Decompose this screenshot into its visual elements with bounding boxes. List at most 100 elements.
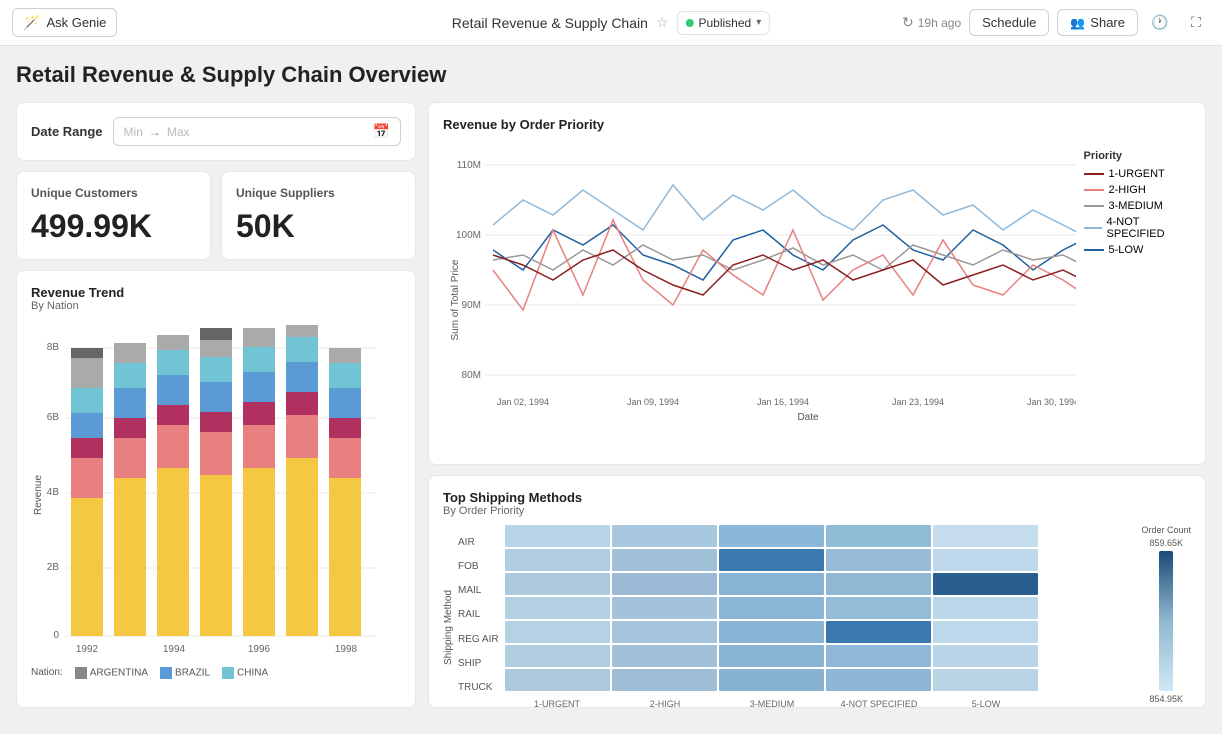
legend-medium: 3-MEDIUM [1084,200,1191,212]
heatmap-subtitle: By Order Priority [443,505,1191,517]
y-air: AIR [458,537,499,548]
legend-title: Priority [1084,150,1191,162]
svg-text:Date: Date [797,412,819,423]
fullscreen-icon-button[interactable]: ⛶ [1182,9,1210,37]
medium-label: 3-MEDIUM [1109,200,1163,212]
customers-label: Unique Customers [31,186,196,200]
date-range-input[interactable]: Min → Max 📅 [113,117,401,146]
date-range-card: Date Range Min → Max 📅 [16,102,416,161]
line-chart-title: Revenue by Order Priority [443,117,1191,132]
not-specified-label: 4-NOT SPECIFIED [1107,216,1191,240]
customers-value: 499.99K [31,208,196,245]
count-min: 854.95K [1149,694,1183,704]
unique-customers-card: Unique Customers 499.99K [16,171,211,260]
urgent-label: 1-URGENT [1109,168,1165,180]
revenue-trend-card: Revenue Trend By Nation 8B 6B 4B 2B 0 [16,270,416,708]
published-badge[interactable]: Published ▾ [676,11,770,35]
legend-urgent: 1-URGENT [1084,168,1191,180]
svg-text:6B: 6B [47,412,60,423]
count-max: 859.65K [1149,538,1183,548]
history-icon-button[interactable]: 🕐 [1146,9,1174,37]
chevron-down-icon: ▾ [756,17,761,28]
heatmap-title: Top Shipping Methods [443,490,1191,505]
color-gradient [1159,551,1173,691]
urgent-line [1084,173,1104,175]
svg-text:Revenue: Revenue [33,475,44,515]
arrow-icon: → [149,125,161,139]
nation-legend-label: Nation: [31,667,63,679]
svg-text:Jan 30, 1994: Jan 30, 1994 [1027,397,1076,407]
y-truck: TRUCK [458,682,499,693]
page-title: Retail Revenue & Supply Chain Overview [16,62,1206,88]
layout: Date Range Min → Max 📅 Unique Customers … [16,102,1206,708]
share-icon: 👥 [1070,16,1085,30]
nav-center: Retail Revenue & Supply Chain ☆ Publishe… [452,11,770,35]
date-range-label: Date Range [31,124,103,139]
svg-text:110M: 110M [457,160,481,171]
heatmap-grid-area: 1-URGENT 2-HIGH 3-MEDIUM 4-NOT SPECIFIED… [505,525,1134,708]
svg-text:1-URGENT: 1-URGENT [534,699,581,708]
schedule-button[interactable]: Schedule [969,9,1049,36]
published-label: Published [698,16,751,30]
line-chart-card: Revenue by Order Priority Sum of Total P… [428,102,1206,465]
svg-text:Jan 09, 1994: Jan 09, 1994 [627,397,679,407]
svg-text:80M: 80M [462,370,481,381]
high-label: 2-HIGH [1109,184,1146,196]
nation-legend: Nation: ARGENTINA BRAZIL CHINA [31,667,401,679]
left-panel: Date Range Min → Max 📅 Unique Customers … [16,102,416,708]
heatmap-y-label: Shipping Method [443,535,454,708]
published-dot [685,19,693,27]
svg-text:Sum of Total Price: Sum of Total Price [450,259,461,340]
low-label: 5-LOW [1109,244,1144,256]
svg-text:90M: 90M [462,300,481,311]
revenue-trend-subtitle: By Nation [31,300,401,312]
y-ship: SHIP [458,658,499,669]
legend-not-specified: 4-NOT SPECIFIED [1084,216,1191,240]
calendar-icon[interactable]: 📅 [373,123,390,140]
heatmap-y-axis: AIR FOB MAIL RAIL REG AIR SHIP TRUCK [458,525,499,708]
suppliers-value: 50K [236,208,401,245]
svg-text:2-HIGH: 2-HIGH [649,699,680,708]
y-mail: MAIL [458,585,499,596]
svg-text:Jan 02, 1994: Jan 02, 1994 [497,397,549,407]
legend-brazil: BRAZIL [160,667,210,679]
legend-low: 5-LOW [1084,244,1191,256]
not-specified-line [1084,227,1102,229]
svg-text:1992: 1992 [76,644,99,655]
y-fob: FOB [458,561,499,572]
legend-items: 1-URGENT 2-HIGH 3-MEDIUM [1084,168,1191,256]
genie-icon: 🪄 [23,14,40,31]
svg-text:0: 0 [53,630,59,641]
dashboard-title: Retail Revenue & Supply Chain [452,15,648,31]
heatmap-card: Top Shipping Methods By Order Priority S… [428,475,1206,708]
revenue-trend-chart: 8B 6B 4B 2B 0 Revenue [31,320,396,660]
line-chart-area: Sum of Total Price 110M 100M 90M 80M Jan… [443,140,1191,450]
line-chart-svg: Sum of Total Price 110M 100M 90M 80M Jan… [443,140,1076,450]
top-nav: 🪄 Ask Genie Retail Revenue & Supply Chai… [0,0,1222,46]
heatmap-colorscale: Order Count 859.65K 854.95K [1141,525,1191,708]
metrics-row: Unique Customers 499.99K Unique Supplier… [16,171,416,260]
ask-genie-button[interactable]: 🪄 Ask Genie [12,8,117,37]
line-chart-legend: Priority 1-URGENT 2-HIGH [1076,140,1191,450]
legend-china: CHINA [222,667,268,679]
max-placeholder: Max [167,125,190,139]
unique-suppliers-card: Unique Suppliers 50K [221,171,416,260]
y-regair: REG AIR [458,634,499,645]
svg-text:4B: 4B [47,487,60,498]
share-button[interactable]: 👥 Share [1057,9,1138,36]
svg-text:3-MEDIUM: 3-MEDIUM [749,699,794,708]
suppliers-label: Unique Suppliers [236,186,401,200]
time-ago: ↻ 19h ago [902,14,961,31]
svg-text:4-NOT SPECIFIED: 4-NOT SPECIFIED [840,699,917,708]
low-line [1084,249,1104,251]
svg-text:5-LOW: 5-LOW [971,699,1000,708]
svg-text:1998: 1998 [335,644,358,655]
y-rail: RAIL [458,609,499,620]
svg-text:100M: 100M [456,230,481,241]
star-icon[interactable]: ☆ [656,14,669,31]
main-content: Retail Revenue & Supply Chain Overview D… [0,46,1222,734]
medium-line [1084,205,1104,207]
svg-text:2B: 2B [47,562,60,573]
high-line [1084,189,1104,191]
nav-right: ↻ 19h ago Schedule 👥 Share 🕐 ⛶ [902,9,1210,37]
